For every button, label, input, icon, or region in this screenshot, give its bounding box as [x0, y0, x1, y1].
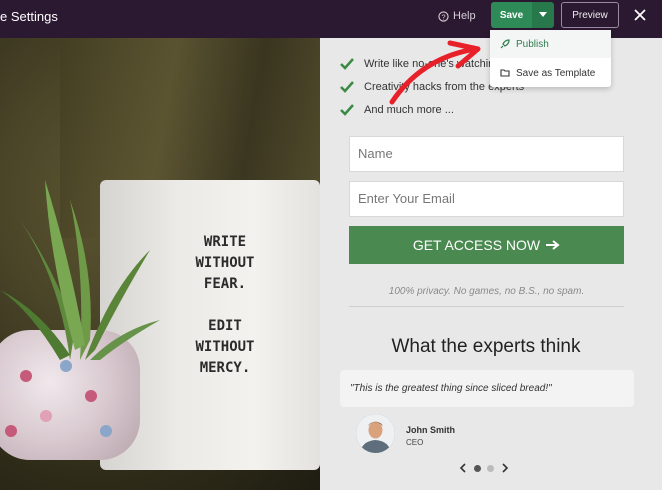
help-icon: ?	[438, 10, 449, 22]
author-role: CEO	[406, 438, 424, 447]
avatar	[356, 414, 395, 453]
annotation-arrow	[389, 40, 481, 105]
save-options-menu: Publish Save as Template	[490, 30, 611, 87]
check-icon	[340, 103, 354, 116]
divider	[349, 306, 624, 307]
cta-label: GET ACCESS NOW	[412, 237, 541, 253]
page-title: e Settings	[0, 9, 58, 24]
testimonial-quote: "This is the greatest thing since sliced…	[340, 370, 634, 407]
caret-down-icon	[539, 12, 547, 17]
publish-label: Publish	[516, 38, 549, 50]
chevron-left-icon[interactable]	[458, 463, 468, 473]
folder-icon	[500, 69, 510, 77]
save-as-template-label: Save as Template	[516, 67, 596, 79]
privacy-note: 100% privacy. No games, no B.S., no spam…	[388, 286, 585, 297]
preview-button[interactable]: Preview	[561, 2, 619, 28]
author-name: John Smith	[406, 425, 455, 435]
help-link[interactable]: ? Help	[438, 10, 476, 22]
succulent-plant	[0, 180, 160, 360]
chevron-right-icon[interactable]	[500, 463, 510, 473]
rocket-icon	[500, 39, 510, 49]
testimonials-heading: What the experts think	[391, 336, 581, 357]
help-label: Help	[453, 10, 476, 22]
svg-text:?: ?	[441, 12, 445, 21]
arrow-right-icon	[546, 240, 560, 250]
save-button[interactable]: Save	[491, 2, 532, 28]
carousel-dot[interactable]	[474, 464, 481, 472]
save-as-template-menu-item[interactable]: Save as Template	[490, 59, 611, 87]
name-field[interactable]: Name	[349, 136, 624, 172]
person-icon	[356, 414, 395, 453]
check-icon	[340, 57, 354, 70]
close-icon[interactable]	[630, 5, 650, 25]
publish-menu-item[interactable]: Publish	[490, 30, 611, 58]
save-options-toggle[interactable]	[532, 2, 554, 28]
check-icon	[340, 80, 354, 93]
carousel-dot[interactable]	[487, 464, 494, 472]
sign-text: WRITE WITHOUT FEAR. EDIT WITHOUT MERCY.	[195, 234, 255, 376]
carousel-nav	[458, 463, 510, 473]
email-field[interactable]: Enter Your Email	[349, 181, 624, 217]
get-access-button[interactable]: GET ACCESS NOW	[349, 226, 624, 264]
